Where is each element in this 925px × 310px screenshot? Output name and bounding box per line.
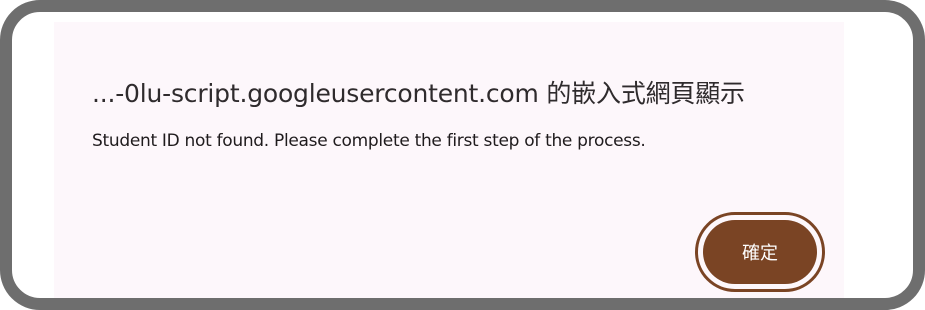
ok-button-focus-ring: 確定	[695, 212, 825, 292]
dialog-message: Student ID not found. Please complete th…	[92, 131, 646, 151]
alert-dialog: ...-0lu-script.googleusercontent.com 的嵌入…	[54, 22, 844, 298]
screenshot-frame: ...-0lu-script.googleusercontent.com 的嵌入…	[0, 0, 925, 310]
ok-button[interactable]: 確定	[703, 220, 817, 284]
dialog-title: ...-0lu-script.googleusercontent.com 的嵌入…	[92, 79, 745, 108]
